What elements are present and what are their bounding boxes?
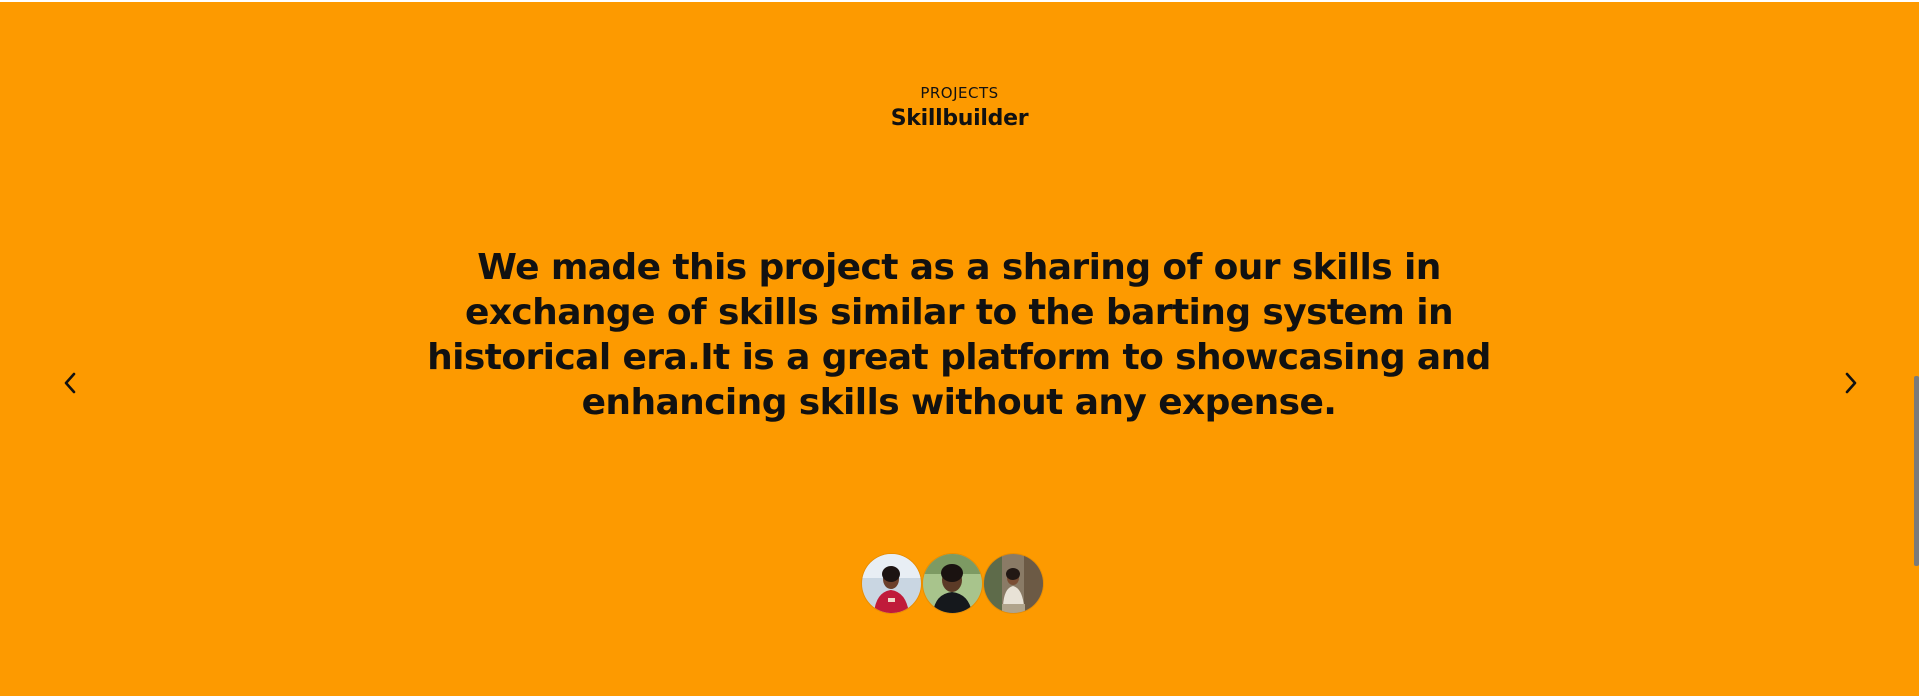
avatar[interactable] xyxy=(984,554,1043,613)
section-eyebrow: PROJECTS xyxy=(920,84,999,102)
chevron-right-icon xyxy=(1845,372,1857,394)
page-scrollbar[interactable] xyxy=(1914,376,1919,566)
avatar[interactable] xyxy=(862,554,921,613)
chevron-left-icon xyxy=(64,372,76,394)
team-avatars xyxy=(862,554,1045,613)
project-title: Skillbuilder xyxy=(890,106,1029,131)
next-slide-button[interactable] xyxy=(1836,368,1866,398)
project-section: PROJECTS Skillbuilder We made this proje… xyxy=(0,2,1919,696)
avatar[interactable] xyxy=(923,554,982,613)
project-description: We made this project as a sharing of our… xyxy=(427,247,1491,423)
previous-slide-button[interactable] xyxy=(55,368,85,398)
